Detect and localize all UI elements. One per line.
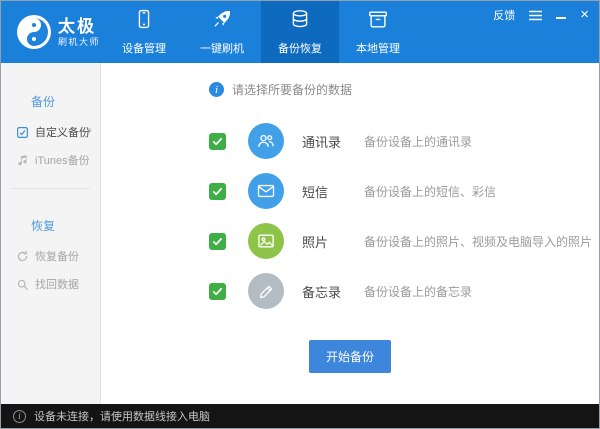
- sidebar-item-label: 恢复备份: [35, 248, 79, 264]
- statusbar: i 设备未连接，请使用数据线接入电脑: [1, 404, 599, 428]
- tab-local-manage[interactable]: 本地管理: [339, 1, 417, 63]
- restore-icon: [16, 250, 29, 263]
- tab-label: 备份恢复: [278, 40, 322, 56]
- taiji-logo-icon: [16, 14, 52, 50]
- sidebar-item-label: iTunes备份: [35, 152, 90, 168]
- sidebar-section-restore: 恢复: [1, 213, 100, 242]
- minimize-button[interactable]: [556, 12, 566, 19]
- info-icon: i: [209, 82, 224, 97]
- item-desc: 备份设备上的短信、彩信: [364, 183, 496, 200]
- backup-item-list: 通讯录 备份设备上的通讯录 短信 备份设备上的短信、彩信: [209, 116, 599, 316]
- topbar: 太极 刷机大师 设备管理: [1, 1, 599, 63]
- database-icon: [289, 8, 311, 35]
- window-controls: 反馈 ×: [493, 7, 589, 23]
- item-name: 照片: [302, 232, 364, 251]
- nav-tabs: 设备管理 一键刷机: [105, 1, 417, 63]
- memo-icon: [248, 273, 284, 309]
- minimize-icon: [556, 12, 566, 19]
- brand-subtitle: 刷机大师: [58, 37, 100, 47]
- sms-icon: [248, 173, 284, 209]
- item-name: 备忘录: [302, 282, 364, 301]
- backup-item-row: 通讯录 备份设备上的通讯录: [209, 116, 599, 166]
- sidebar-section-backup: 备份: [1, 89, 100, 118]
- sidebar: 备份 自定义备份 › iTunes备份: [1, 63, 101, 404]
- backup-item-row: 备忘录 备份设备上的备忘录: [209, 266, 599, 316]
- brand-text: 太极 刷机大师: [58, 17, 100, 47]
- sidebar-item-recover-data[interactable]: 找回数据: [1, 270, 100, 298]
- start-backup-button[interactable]: 开始备份: [309, 340, 391, 373]
- item-name: 短信: [302, 182, 364, 201]
- close-button[interactable]: ×: [580, 10, 589, 20]
- box-icon: [367, 8, 389, 35]
- item-desc: 备份设备上的备忘录: [364, 283, 472, 300]
- sidebar-item-restore-backup[interactable]: 恢复备份: [1, 242, 100, 270]
- tab-label: 本地管理: [356, 40, 400, 56]
- status-info-icon: i: [13, 410, 26, 423]
- rocket-icon: [211, 8, 233, 35]
- backup-item-row: 短信 备份设备上的短信、彩信: [209, 166, 599, 216]
- item-desc: 备份设备上的通讯录: [364, 133, 472, 150]
- item-desc: 备份设备上的照片、视频及电脑导入的照片: [364, 233, 592, 250]
- tab-label: 设备管理: [122, 40, 166, 56]
- memo-checkbox[interactable]: [209, 283, 226, 300]
- item-name: 通讯录: [302, 132, 364, 151]
- photos-checkbox[interactable]: [209, 233, 226, 250]
- close-icon: ×: [580, 10, 589, 20]
- chevron-right-icon: ›: [88, 122, 92, 137]
- sidebar-item-label: 找回数据: [35, 276, 79, 292]
- sidebar-item-label: 自定义备份: [35, 124, 90, 140]
- content: 备份 自定义备份 › iTunes备份: [1, 63, 599, 404]
- backup-item-row: 照片 备份设备上的照片、视频及电脑导入的照片: [209, 216, 599, 266]
- notice-text: 请选择所要备份的数据: [232, 81, 352, 98]
- menu-icon[interactable]: [529, 10, 542, 21]
- main-panel: i 请选择所要备份的数据 通: [101, 63, 599, 404]
- contacts-checkbox[interactable]: [209, 133, 226, 150]
- button-area: 开始备份: [101, 340, 599, 373]
- sidebar-divider: [11, 188, 90, 189]
- search-icon: [16, 278, 29, 291]
- brand: 太极 刷机大师: [1, 1, 105, 63]
- tab-one-key-flash[interactable]: 一键刷机: [183, 1, 261, 63]
- sidebar-item-itunes-backup[interactable]: iTunes备份: [1, 146, 100, 174]
- tab-device-manage[interactable]: 设备管理: [105, 1, 183, 63]
- status-text: 设备未连接，请使用数据线接入电脑: [34, 408, 210, 424]
- app-window: 太极 刷机大师 设备管理: [0, 0, 600, 429]
- music-note-icon: [16, 154, 29, 167]
- notice: i 请选择所要备份的数据: [209, 81, 599, 98]
- tab-backup-restore[interactable]: 备份恢复: [261, 1, 339, 63]
- feedback-link[interactable]: 反馈: [493, 7, 515, 23]
- sms-checkbox[interactable]: [209, 183, 226, 200]
- tab-label: 一键刷机: [200, 40, 244, 56]
- checklist-icon: [16, 126, 29, 139]
- sidebar-item-custom-backup[interactable]: 自定义备份 ›: [1, 118, 100, 146]
- phone-icon: [133, 8, 155, 35]
- contacts-icon: [248, 123, 284, 159]
- photos-icon: [248, 223, 284, 259]
- brand-title: 太极: [58, 17, 100, 37]
